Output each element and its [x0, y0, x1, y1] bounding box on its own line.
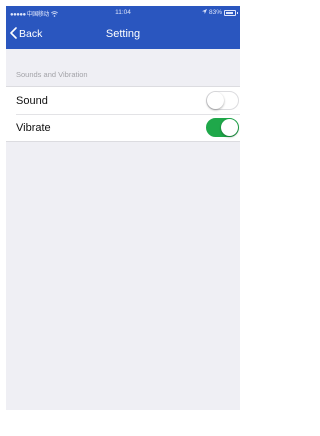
- sound-toggle[interactable]: [206, 91, 239, 110]
- toggle-knob: [207, 92, 224, 109]
- toggle-knob: [221, 119, 238, 136]
- location-arrow-icon: [201, 9, 207, 16]
- settings-list: Sound Vibrate: [6, 86, 240, 142]
- battery-percent: 83%: [208, 9, 222, 16]
- setting-row-sound: Sound: [6, 87, 240, 114]
- app-screen: ●●●●● 中国移动 11:04 83% Back Setting Sounds…: [6, 6, 240, 410]
- vibrate-label: Vibrate: [16, 121, 51, 134]
- section-header: Sounds and Vibration: [16, 70, 88, 79]
- status-bar: ●●●●● 中国移动 11:04 83%: [6, 6, 240, 20]
- top-bar: ●●●●● 中国移动 11:04 83% Back Setting: [6, 6, 240, 49]
- navigation-bar: Back Setting: [6, 20, 240, 49]
- setting-row-vibrate: Vibrate: [6, 114, 240, 141]
- battery-fill: [226, 11, 233, 14]
- page-title: Setting: [105, 28, 141, 40]
- battery-icon: [224, 9, 238, 16]
- sound-label: Sound: [16, 94, 48, 107]
- vibrate-toggle[interactable]: [206, 118, 239, 137]
- status-right: 83%: [201, 9, 238, 16]
